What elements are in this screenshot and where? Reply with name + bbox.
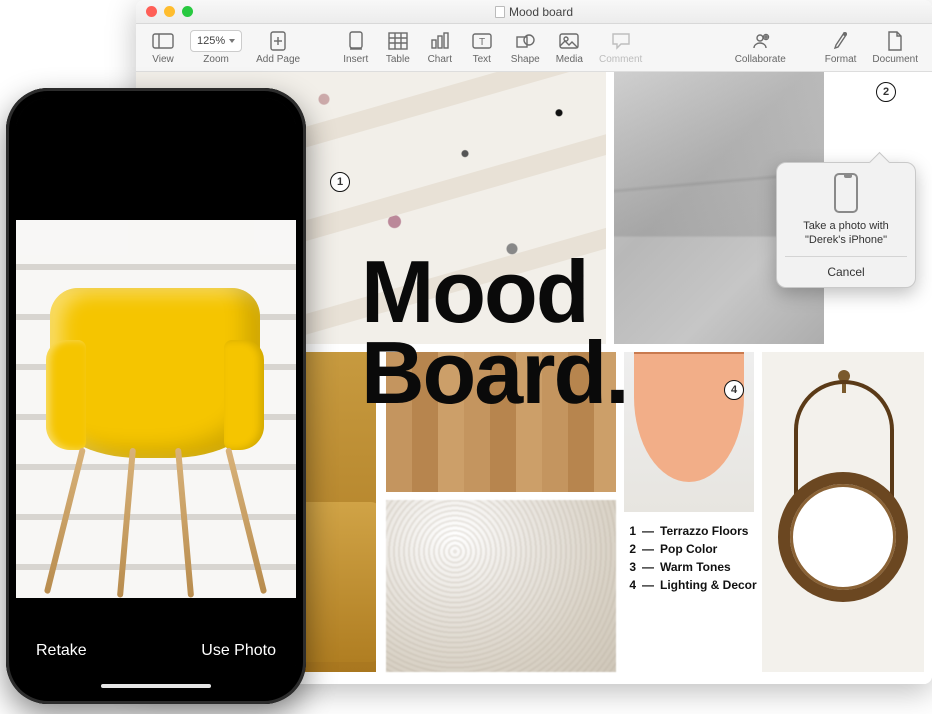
callout-1: 1	[330, 172, 350, 192]
photo-subject-chair	[30, 248, 280, 608]
collaborate-icon	[747, 30, 773, 52]
table-button[interactable]: Table	[377, 28, 419, 67]
window-titlebar[interactable]: Mood board	[136, 0, 932, 24]
document-icon	[495, 6, 505, 18]
text-button[interactable]: T Text	[461, 28, 503, 67]
image-lamp[interactable]	[624, 352, 754, 512]
window-title-text: Mood board	[509, 5, 573, 19]
svg-text:T: T	[479, 37, 485, 48]
view-button[interactable]: View	[142, 28, 184, 67]
zoom-value: 125%	[197, 35, 225, 47]
format-label: Format	[825, 54, 857, 65]
legend-row: 2—Pop Color	[624, 540, 824, 558]
insert-label: Insert	[343, 54, 368, 65]
view-icon	[150, 30, 176, 52]
app-toolbar: View 125% Zoom Add Page Insert Table Cha…	[136, 24, 932, 72]
add-page-label: Add Page	[256, 54, 300, 65]
table-icon	[385, 30, 411, 52]
document-icon-tb	[882, 30, 908, 52]
board-title-line1: Mood	[361, 252, 628, 333]
window-title: Mood board	[136, 5, 932, 19]
comment-label: Comment	[599, 54, 642, 65]
format-button[interactable]: Format	[817, 28, 865, 67]
camera-top-bar	[16, 124, 296, 220]
insert-icon	[343, 30, 369, 52]
zoom-label: Zoom	[203, 54, 229, 65]
add-page-icon	[265, 30, 291, 52]
iphone-notch	[86, 98, 226, 124]
text-icon: T	[469, 30, 495, 52]
view-label: View	[152, 54, 174, 65]
comment-button[interactable]: Comment	[591, 28, 650, 67]
chevron-down-icon	[229, 39, 235, 43]
board-legend[interactable]: 1—Terrazzo Floors 2—Pop Color 3—Warm Ton…	[624, 522, 824, 594]
media-label: Media	[556, 54, 583, 65]
iphone-screen: Retake Use Photo	[16, 98, 296, 694]
shape-icon	[512, 30, 538, 52]
media-button[interactable]: Media	[548, 28, 591, 67]
cancel-button[interactable]: Cancel	[785, 256, 907, 287]
legend-row: 4—Lighting & Decor	[624, 576, 824, 594]
callout-2: 2	[876, 82, 896, 102]
iphone-icon	[834, 173, 858, 213]
chart-icon	[427, 30, 453, 52]
format-icon	[828, 30, 854, 52]
collaborate-button[interactable]: Collaborate	[727, 28, 794, 67]
media-icon	[556, 30, 582, 52]
document-button[interactable]: Document	[864, 28, 926, 67]
image-fur[interactable]	[386, 500, 616, 672]
table-label: Table	[386, 54, 410, 65]
comment-icon	[608, 30, 634, 52]
zoom-select[interactable]: 125%	[190, 30, 242, 52]
continuity-camera-popover: Take a photo with "Derek's iPhone" Cance…	[776, 162, 916, 288]
shape-button[interactable]: Shape	[503, 28, 548, 67]
iphone-device: Retake Use Photo	[6, 88, 306, 704]
insert-button[interactable]: Insert	[335, 28, 377, 67]
zoom-control[interactable]: 125% Zoom	[184, 28, 248, 67]
callout-4: 4	[724, 380, 744, 400]
home-indicator[interactable]	[101, 684, 211, 688]
text-label: Text	[473, 54, 491, 65]
legend-row: 1—Terrazzo Floors	[624, 522, 824, 540]
camera-bottom-bar: Retake Use Photo	[16, 620, 296, 694]
collaborate-label: Collaborate	[735, 54, 786, 65]
shape-label: Shape	[511, 54, 540, 65]
board-title[interactable]: Mood Board.	[361, 252, 628, 414]
board-title-line2: Board.	[361, 333, 628, 414]
legend-row: 3—Warm Tones	[624, 558, 824, 576]
document-label: Document	[872, 54, 918, 65]
popover-text: Take a photo with "Derek's iPhone"	[801, 219, 891, 248]
image-mirror[interactable]	[762, 352, 924, 672]
use-photo-button[interactable]: Use Photo	[201, 642, 276, 660]
retake-button[interactable]: Retake	[36, 642, 87, 660]
chart-label: Chart	[428, 54, 452, 65]
add-page-button[interactable]: Add Page	[248, 28, 308, 67]
chart-button[interactable]: Chart	[419, 28, 461, 67]
